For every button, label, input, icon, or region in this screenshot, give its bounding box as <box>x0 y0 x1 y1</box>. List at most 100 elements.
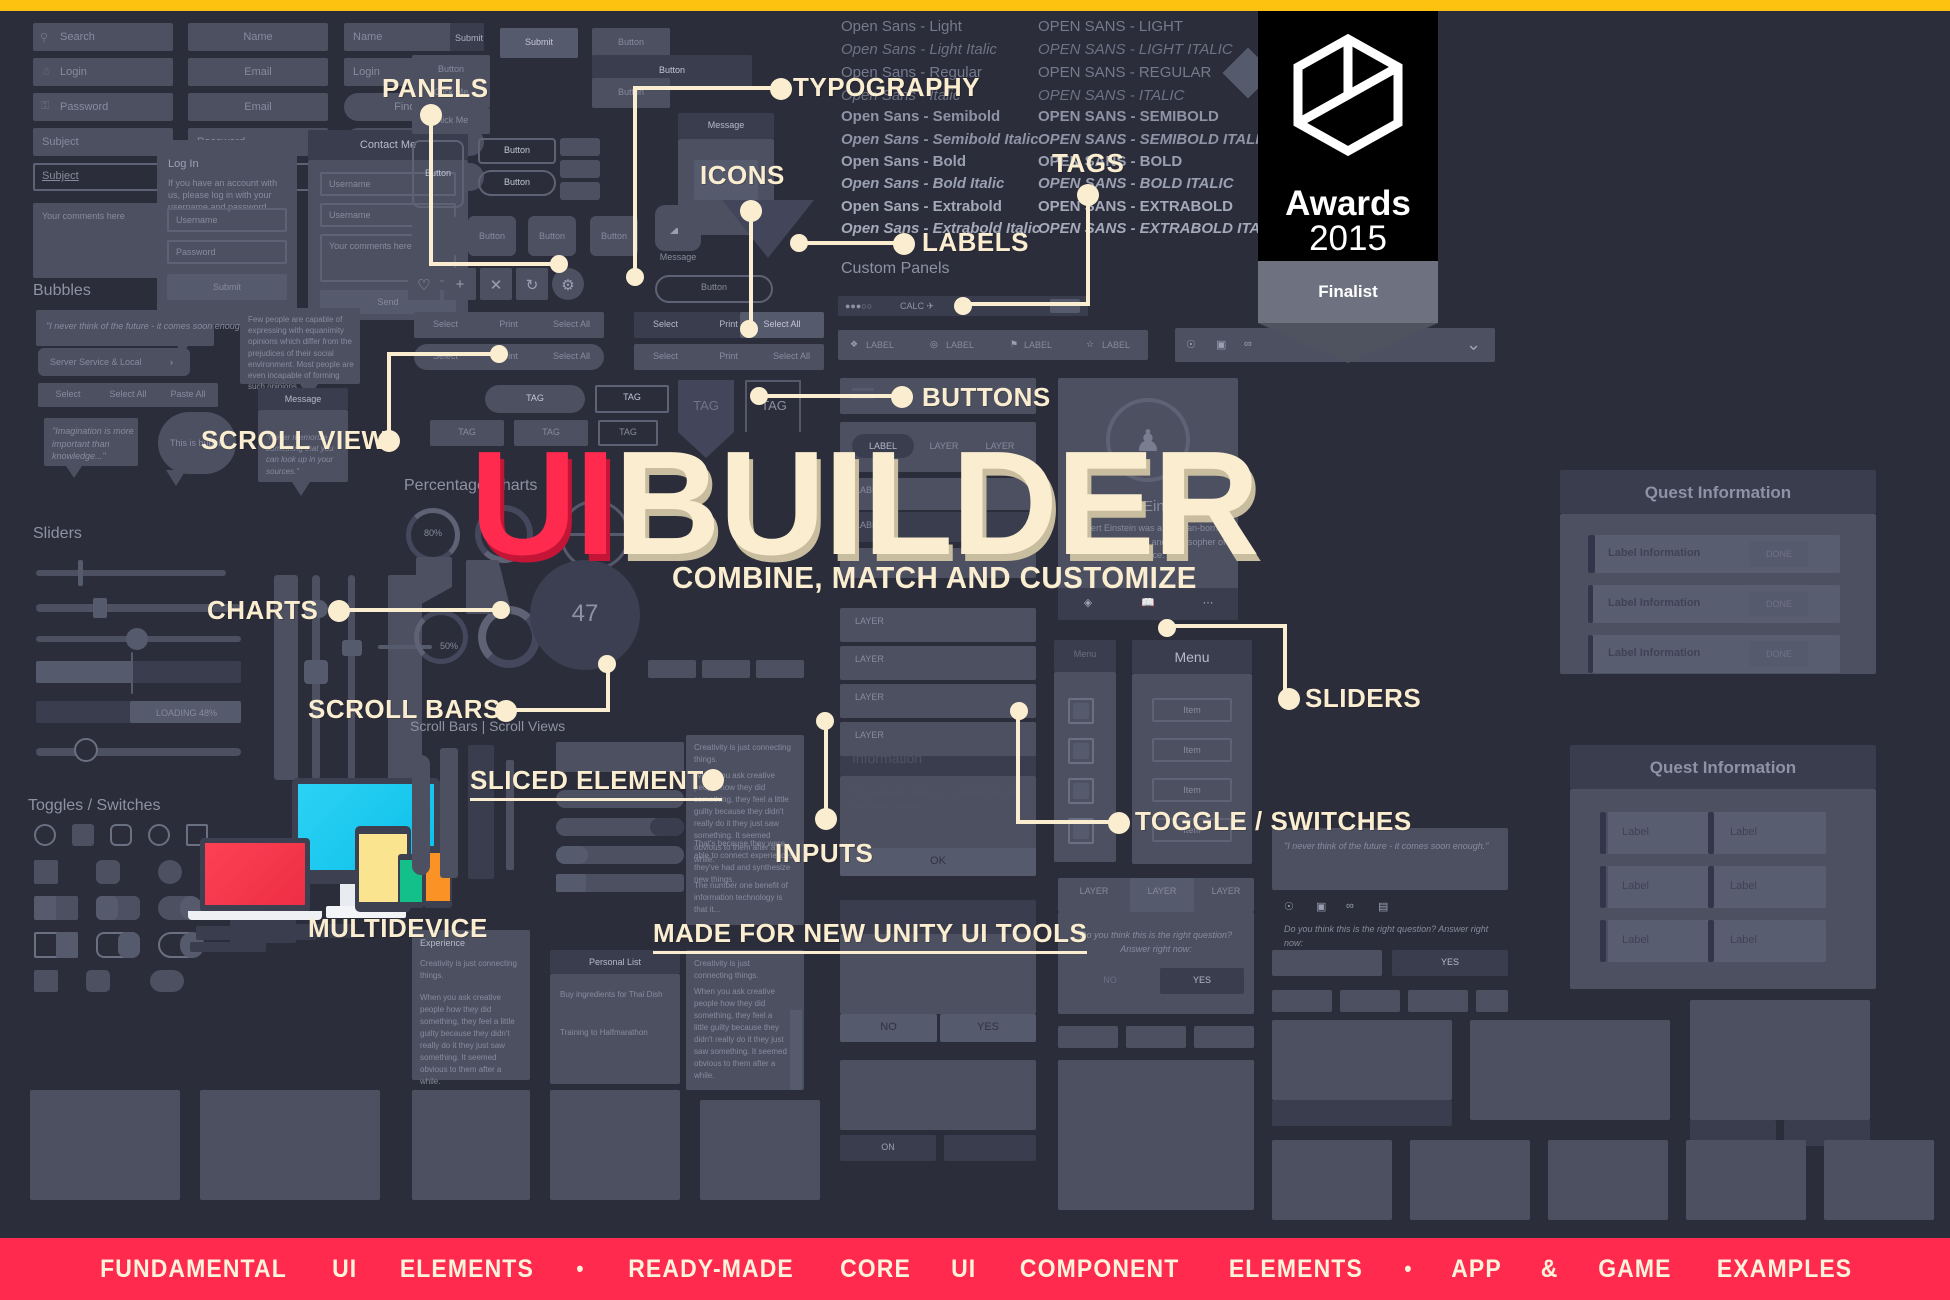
callout-leader <box>337 608 497 612</box>
select-all-button[interactable]: Select All <box>540 351 603 361</box>
button-label[interactable]: Button <box>592 37 670 47</box>
yes-button[interactable]: YES <box>1160 975 1244 985</box>
slider-handle[interactable] <box>126 628 148 650</box>
print-button[interactable]: Print <box>477 319 540 329</box>
done-button[interactable]: DONE <box>1750 649 1808 659</box>
loading-label: LOADING 48% <box>156 708 218 718</box>
on-button[interactable]: ON <box>840 1142 936 1152</box>
button-label[interactable]: Button <box>590 231 638 241</box>
grid-icon[interactable]: ▤ <box>1378 900 1388 913</box>
tag-chip[interactable]: TAG <box>485 393 585 403</box>
callout-leader <box>797 241 901 245</box>
submit-button[interactable]: Submit <box>500 37 578 47</box>
slider-handle[interactable] <box>78 560 83 586</box>
diamond-icon[interactable]: ◈ <box>1058 596 1118 609</box>
banner-word: EXAMPLES <box>1717 1254 1853 1283</box>
share-icon[interactable]: ❖ <box>850 339 858 350</box>
layer-row[interactable]: LAYER <box>855 654 884 664</box>
bubble-button[interactable]: Server Service & Local <box>50 357 142 367</box>
slider-handle[interactable] <box>93 598 107 618</box>
no-button[interactable]: NO <box>1068 975 1152 985</box>
select-button[interactable]: Select <box>634 351 697 361</box>
gear-icon[interactable]: ⚙ <box>552 276 584 294</box>
slider-handle[interactable] <box>304 660 328 684</box>
list-item[interactable]: Training to Halfmarathon <box>560 1028 648 1037</box>
radio-toggle[interactable] <box>148 824 170 846</box>
heart-icon[interactable]: ♡ <box>408 276 440 294</box>
square-toggle[interactable] <box>34 860 58 884</box>
banner-separator: • <box>576 1256 585 1281</box>
button-label[interactable]: Button <box>592 65 752 75</box>
slider-handle[interactable] <box>131 652 133 694</box>
done-button[interactable]: DONE <box>1750 599 1808 609</box>
input-placeholder: Subject <box>42 136 79 148</box>
submit-button[interactable]: Submit <box>455 33 483 43</box>
password-field[interactable]: Password <box>176 247 216 257</box>
scrollbar-thumb[interactable] <box>790 950 802 1010</box>
tab-label[interactable]: LAYER <box>1198 886 1254 896</box>
select-all-button[interactable]: Select All <box>540 319 603 329</box>
select-button[interactable]: Select <box>38 389 98 399</box>
layer-row[interactable]: LAYER <box>855 692 884 702</box>
layer-row[interactable]: LAYER <box>855 616 884 626</box>
layer-row[interactable]: LAYER <box>855 730 884 740</box>
tab-label[interactable]: LAYER <box>1062 886 1126 896</box>
image-icon[interactable]: ▣ <box>1316 900 1326 913</box>
tab-label[interactable]: LAYER <box>1130 886 1194 896</box>
refresh-icon[interactable]: ↻ <box>516 276 548 294</box>
image-icon[interactable]: ▣ <box>1216 338 1226 351</box>
close-icon[interactable]: ✕ <box>480 276 512 294</box>
contact-comments-field[interactable]: Your comments here <box>329 241 412 251</box>
circle-toggle[interactable] <box>158 860 182 884</box>
button-label[interactable]: Button <box>478 145 556 155</box>
button-label[interactable]: Button <box>468 231 516 241</box>
submit-button[interactable]: Submit <box>167 282 287 292</box>
button-label[interactable]: Button <box>655 282 773 292</box>
select-button[interactable]: Select <box>634 319 697 329</box>
book-icon[interactable]: 📖 <box>1118 596 1178 609</box>
slider-handle[interactable] <box>74 738 98 762</box>
rounded-toggle[interactable] <box>110 824 132 846</box>
radio-toggle[interactable] <box>34 824 56 846</box>
chevron-right-icon[interactable]: › <box>170 357 173 367</box>
rounded-toggle[interactable] <box>96 860 120 884</box>
carrier-label: CALC ✈ <box>900 301 935 311</box>
done-button[interactable]: DONE <box>1750 549 1808 559</box>
quest-grid-label: Label <box>1730 826 1757 838</box>
search-icon: ⚲ <box>40 32 49 44</box>
body-text: Creativity is just connecting things. <box>694 959 759 980</box>
star-icon[interactable]: ☆ <box>1086 339 1094 350</box>
username-field[interactable]: Username <box>176 215 218 225</box>
contact-username-field[interactable]: Username <box>329 179 371 189</box>
checkbox-toggle[interactable] <box>72 824 94 846</box>
dots-icon[interactable]: ⋯ <box>1178 596 1238 609</box>
unity-awards-badge: Awards 2015 <box>1258 11 1438 261</box>
tag-chip[interactable]: TAG <box>595 392 669 402</box>
select-all-button[interactable]: Select All <box>760 351 823 361</box>
button-label[interactable]: Button <box>528 231 576 241</box>
print-button[interactable]: Print <box>697 351 760 361</box>
message-label: Message <box>659 252 697 262</box>
body-text: When you ask creative people how they di… <box>694 987 787 1080</box>
chevron-down-icon[interactable]: ⌄ <box>1466 334 1481 355</box>
paste-all-button[interactable]: Paste All <box>158 389 218 399</box>
list-item[interactable]: Buy ingredients for Thai Dish <box>560 990 663 999</box>
microphone-icon[interactable]: ☉ <box>1284 900 1294 913</box>
location-icon[interactable]: ◎ <box>930 339 938 350</box>
microphone-icon[interactable]: ☉ <box>1186 338 1196 351</box>
callout-multidevice: MULTIDEVICE <box>308 913 488 943</box>
select-button[interactable]: Select <box>414 319 477 329</box>
contact-username2-field[interactable]: Username <box>329 210 371 220</box>
callout-knob <box>490 345 508 363</box>
slider-handle[interactable] <box>342 640 362 656</box>
link-icon[interactable]: ∞ <box>1346 900 1354 912</box>
button-label[interactable]: Button <box>478 177 556 187</box>
flag-icon[interactable]: ⚑ <box>1010 339 1018 350</box>
yes-button[interactable]: YES <box>1392 957 1508 967</box>
select-all-button[interactable]: Select All <box>98 389 158 399</box>
no-button[interactable]: NO <box>840 1021 937 1033</box>
yes-button[interactable]: YES <box>940 1021 1036 1033</box>
plus-icon[interactable]: + <box>444 276 476 293</box>
button-label[interactable]: Button <box>412 168 464 178</box>
link-icon[interactable]: ∞ <box>1244 338 1252 350</box>
